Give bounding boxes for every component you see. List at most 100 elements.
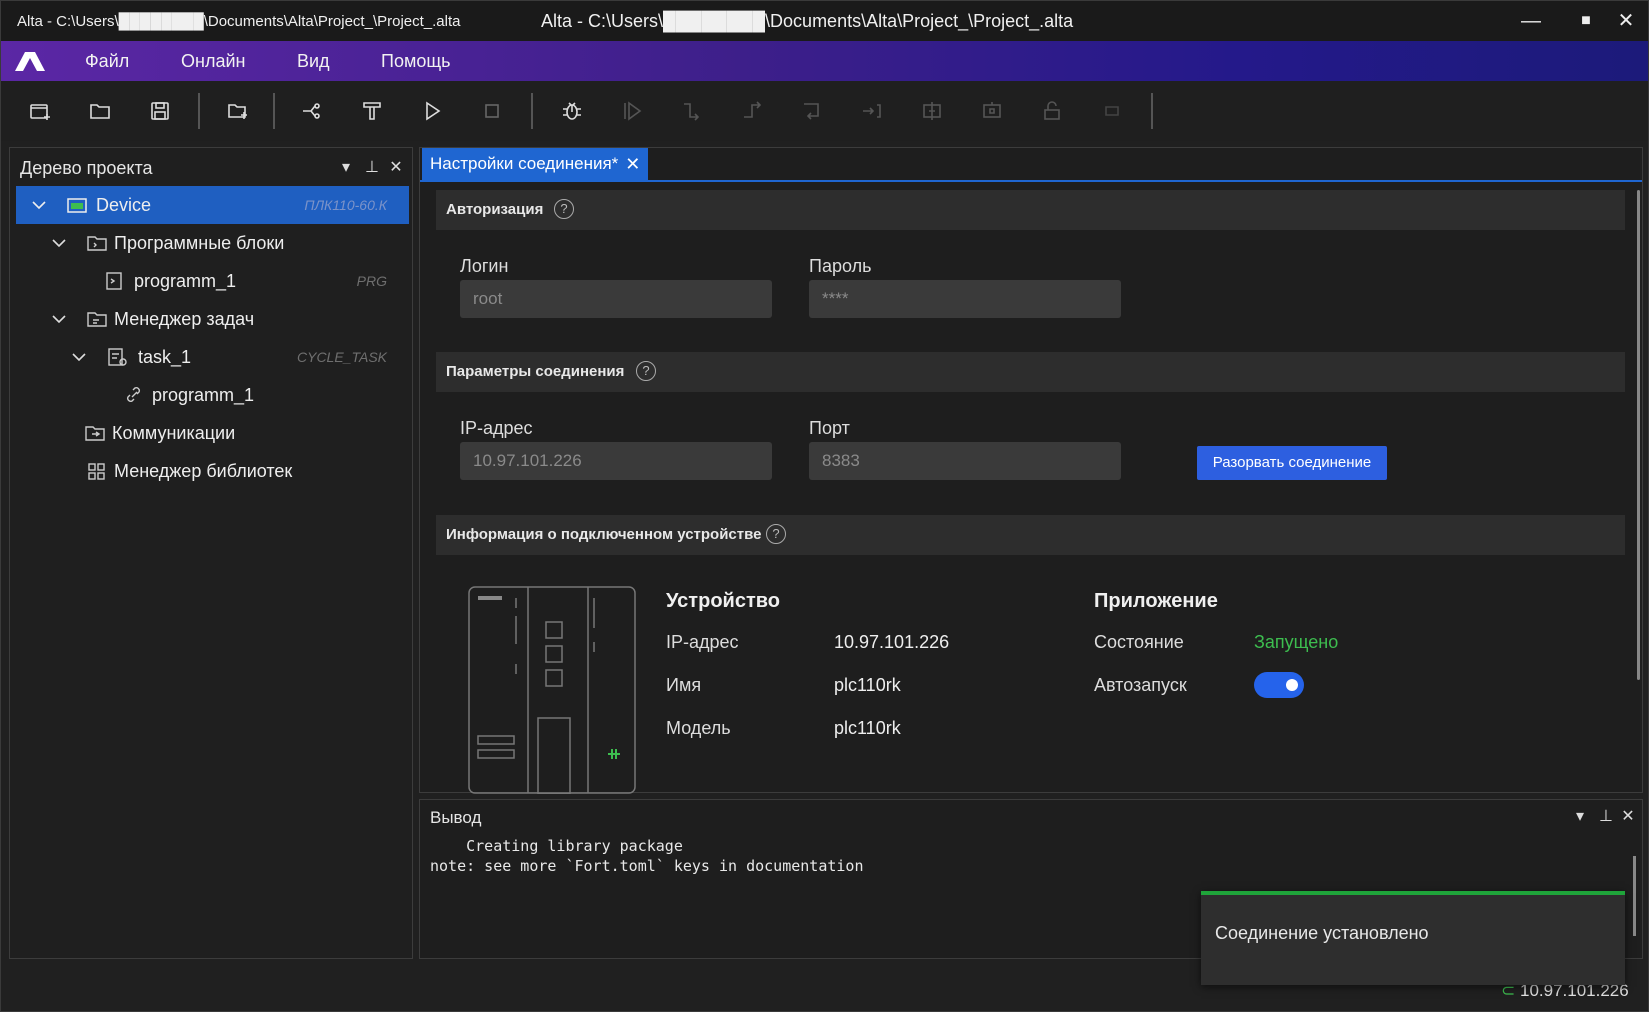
pin-icon[interactable]: ⊥ [1596,806,1616,826]
add-item-icon[interactable] [223,96,253,126]
tree-item-programm-1[interactable]: programm_1 PRG [16,262,409,300]
folder-code-icon [87,236,107,251]
breakpoint-icon[interactable] [917,96,947,126]
tree-item-label: Device [96,195,152,215]
force-value-icon[interactable] [977,96,1007,126]
device-model-label: Модель [666,718,731,738]
tree-item-program-blocks[interactable]: Программные блоки [16,224,409,262]
ip-field[interactable]: 10.97.101.226 [460,442,772,480]
tree-item-label: task_1 [138,347,192,367]
tree-item-task-1[interactable]: task_1 CYCLE_TASK [16,338,409,376]
title-bar: Alta - C:\Users\████████\Documents\Alta\… [1,1,1648,41]
build-icon[interactable] [297,96,327,126]
chevron-down-icon[interactable] [30,196,48,214]
toast-notification[interactable]: Соединение установлено [1201,891,1625,985]
menu-online[interactable]: Онлайн [181,51,245,72]
tree-item-communications[interactable]: Коммуникации [16,414,409,452]
section-connection-params: Параметры соединения ? [436,352,1625,392]
close-icon[interactable]: ✕ [386,157,406,177]
dropdown-icon[interactable]: ▾ [1570,806,1590,826]
maximize-button[interactable]: ■ [1566,7,1606,35]
stop-icon[interactable] [477,96,507,126]
step-out-icon[interactable] [737,96,767,126]
app-window: Alta - C:\Users\████████\Documents\Alta\… [0,0,1649,1012]
format-icon[interactable] [357,96,387,126]
chevron-down-icon[interactable] [50,310,68,328]
window-title: Alta - C:\Users\████████\Documents\Alta\… [541,11,1074,31]
unlock-icon[interactable] [1037,96,1067,126]
more-icon[interactable] [1097,96,1127,126]
tree-item-label: programm_1 [152,385,255,405]
chevron-down-icon[interactable] [50,234,68,252]
run-icon[interactable] [417,96,447,126]
menu-view[interactable]: Вид [297,51,330,72]
tree-item-label: programm_1 [134,271,237,291]
close-icon[interactable]: ✕ [1618,806,1638,826]
run-to-cursor-icon[interactable] [857,96,887,126]
menu-file[interactable]: Файл [85,51,129,72]
device-name-value: plc110rk [834,675,901,695]
port-label: Порт [809,418,850,438]
port-field[interactable]: 8383 [809,442,1121,480]
tree-item-label: Коммуникации [112,423,236,443]
tab-close-icon[interactable]: ✕ [625,148,640,180]
plc-device-icon [468,586,636,794]
step-into-icon[interactable] [797,96,827,126]
save-icon[interactable] [145,96,175,126]
task-icon [108,348,127,366]
password-field[interactable]: **** [809,280,1121,318]
panel-header: Дерево проекта ▾ ⊥ ✕ [10,148,412,186]
autostart-label: Автозапуск [1094,675,1187,695]
app-heading: Приложение [1094,590,1218,612]
dropdown-icon[interactable]: ▾ [336,157,356,177]
debug-icon[interactable] [557,96,587,126]
open-folder-icon[interactable] [85,96,115,126]
menu-help[interactable]: Помощь [381,51,451,72]
help-icon[interactable]: ? [636,361,656,381]
app-state-value: Запущено [1254,632,1339,652]
tree-item-library-manager[interactable]: Менеджер библиотек [16,452,409,490]
ip-label: IP-адрес [460,418,533,438]
tab-underline [420,180,1642,182]
new-project-icon[interactable] [25,96,55,126]
password-label: Пароль [809,256,872,276]
toggle-knob [1286,679,1298,691]
output-title: Вывод [430,808,482,827]
editor-area: Настройки соединения* ✕ Авторизация ? Ло… [419,147,1643,794]
disconnect-button[interactable]: Разорвать соединение [1197,446,1387,480]
window-title-small: Alta - C:\Users\████████\Documents\Alta\… [17,13,461,30]
toolbar [1,81,1648,141]
panel-title: Дерево проекта [20,158,153,178]
tab-connection-settings[interactable]: Настройки соединения* ✕ [422,148,649,180]
folder-tasks-icon [87,312,107,327]
step-play-icon[interactable] [617,96,647,126]
tree-item-device[interactable]: Device ПЛК110-60.К [16,186,409,224]
link-icon [127,387,140,402]
tree-item-type: ПЛК110-60.К [304,197,387,213]
section-title: Авторизация [446,201,544,218]
device-model-value: plc110rk [834,718,901,738]
device-name-label: Имя [666,675,702,695]
minimize-button[interactable]: — [1511,7,1551,35]
autostart-toggle[interactable] [1254,672,1304,698]
login-field[interactable]: root [460,280,772,318]
alta-logo-icon [15,52,45,71]
tree-item-task-manager[interactable]: Менеджер задач [16,300,409,338]
output-scrollbar[interactable] [1633,856,1636,936]
library-icon [88,463,105,480]
tree-item-type: PRG [356,273,387,289]
tree-item-label: Программные блоки [114,233,285,253]
vertical-scrollbar[interactable] [1637,190,1640,680]
help-icon[interactable]: ? [554,199,574,219]
close-window-button[interactable]: ✕ [1606,7,1646,35]
help-icon[interactable]: ? [766,524,786,544]
toast-message: Соединение установлено [1215,923,1429,943]
pin-icon[interactable]: ⊥ [362,157,382,177]
tree-item-task-programm-1[interactable]: programm_1 [16,376,409,414]
tab-label: Настройки соединения* [430,154,619,173]
device-icon [67,198,87,213]
section-title: Параметры соединения [446,363,625,380]
step-over-icon[interactable] [677,96,707,126]
tree-item-type: CYCLE_TASK [297,349,387,365]
chevron-down-icon[interactable] [70,348,88,366]
